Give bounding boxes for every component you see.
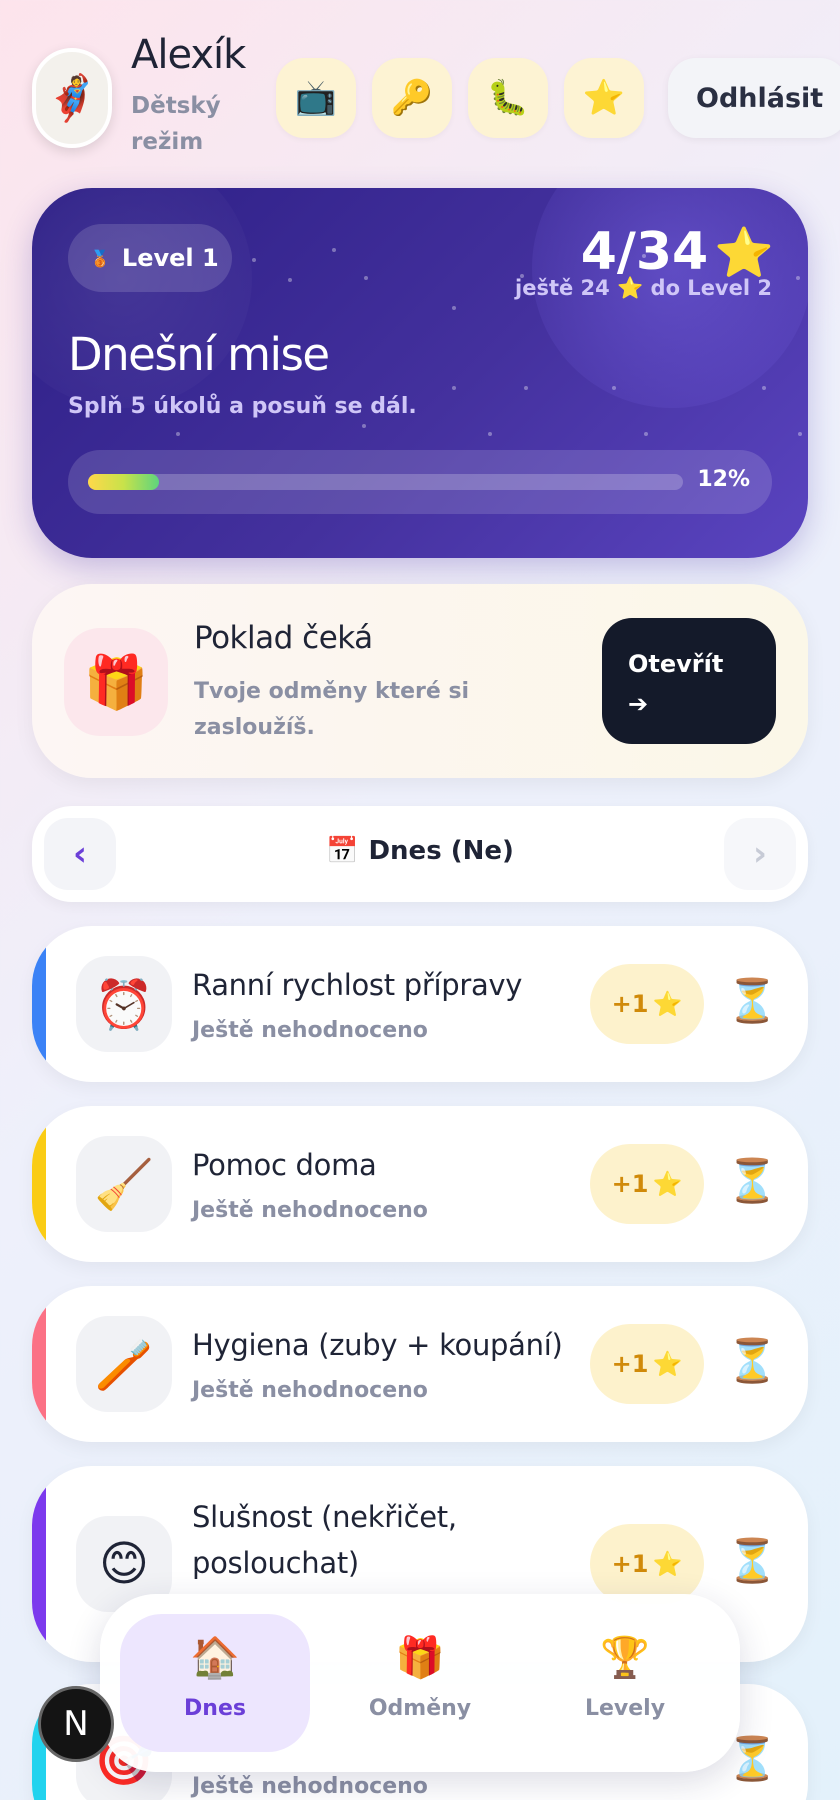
task-accent <box>32 1106 46 1262</box>
reward-badge: +1 ⭐ <box>590 1524 704 1604</box>
gift-icon: 🎁 <box>395 1635 445 1681</box>
next-day-button[interactable]: › <box>724 818 796 890</box>
current-date: 📅 Dnes (Ne) <box>32 836 808 866</box>
nav-label: Dnes <box>184 1696 246 1721</box>
task-name: Pomoc doma <box>192 1148 377 1182</box>
level-badge: 🥉 Level 1 <box>68 224 232 292</box>
hourglass-icon: ⏳ <box>726 1336 779 1385</box>
star-icon: ⭐ <box>652 1550 683 1578</box>
daily-mission-card: 🥉 Level 1 4/34 ⭐ ještě 24 ⭐ do Level 2 D… <box>32 188 808 558</box>
nav-rewards[interactable]: 🎁 Odměny <box>325 1614 515 1752</box>
star-icon: ⭐ <box>652 1350 683 1378</box>
alarm-clock-icon: ⏰ <box>76 956 172 1052</box>
treasure-card: 🎁 Poklad čeká Tvoje odměny které si zasl… <box>32 584 808 778</box>
task-name: Slušnost (nekřičet, poslouchat) <box>192 1500 457 1580</box>
user-avatar[interactable]: 🦸 <box>32 48 112 148</box>
task-card[interactable]: 🪥 Hygiena (zuby + koupání) Ještě nehodno… <box>32 1286 808 1442</box>
nav-label: Levely <box>584 1696 666 1721</box>
star-icon: ⭐ <box>652 1170 683 1198</box>
task-accent <box>32 926 46 1082</box>
user-name: Alexík <box>131 32 246 78</box>
nav-label: Odměny <box>368 1696 472 1721</box>
arrow-right-icon: ➔ <box>628 690 649 718</box>
toothbrush-icon: 🪥 <box>76 1316 172 1412</box>
score-value: 4/34 <box>580 222 709 282</box>
star-icon[interactable]: ⭐ <box>564 58 644 138</box>
task-card[interactable]: ⏰ Ranní rychlost přípravy Ještě nehodnoc… <box>32 926 808 1082</box>
date-label: Dnes (Ne) <box>368 836 514 866</box>
broom-icon: 🧹 <box>76 1136 172 1232</box>
treasure-title: Poklad čeká <box>194 620 373 656</box>
gift-icon: 🎁 <box>64 628 168 736</box>
open-button-label: Otevřít <box>628 650 724 678</box>
task-name: Ranní rychlost přípravy <box>192 968 523 1002</box>
reward-value: +1 <box>611 1350 649 1378</box>
reward-badge: +1 ⭐ <box>590 964 704 1044</box>
star-icon: ⭐ <box>652 990 683 1018</box>
calendar-icon: 📅 <box>326 836 359 866</box>
hourglass-icon: ⏳ <box>726 1536 779 1585</box>
treasure-subtitle: Tvoje odměny které si zasloužíš. <box>194 679 470 740</box>
trophy-icon: 🏆 <box>600 1635 650 1681</box>
hourglass-icon: ⏳ <box>726 976 779 1025</box>
superhero-avatar-icon: 🦸 <box>44 73 100 124</box>
hourglass-icon: ⏳ <box>726 1156 779 1205</box>
star-score: 4/34 ⭐ <box>581 222 774 282</box>
level-label: Level 1 <box>121 244 219 272</box>
reward-badge: +1 ⭐ <box>590 1324 704 1404</box>
mission-progress: 12% <box>68 450 772 514</box>
reward-value: +1 <box>611 1550 649 1578</box>
task-accent <box>32 1466 46 1662</box>
progress-percent: 12% <box>697 467 750 492</box>
bronze-medal-icon: 🥉 <box>90 248 110 268</box>
nav-today[interactable]: 🏠 Dnes <box>120 1614 310 1752</box>
task-card[interactable]: 🧹 Pomoc doma Ještě nehodnoceno +1 ⭐ ⏳ <box>32 1106 808 1262</box>
date-navigator: ‹ 📅 Dnes (Ne) › <box>32 806 808 902</box>
nav-levels[interactable]: 🏆 Levely <box>530 1614 720 1752</box>
stars-to-next-level: ještě 24 ⭐ do Level 2 <box>515 276 772 300</box>
dev-tools-badge[interactable]: N <box>38 1686 114 1762</box>
tv-icon[interactable]: 📺 <box>276 58 356 138</box>
caterpillar-icon[interactable]: 🐛 <box>468 58 548 138</box>
reward-badge: +1 ⭐ <box>590 1144 704 1224</box>
header-shortcuts: 📺 🔑 🐛 ⭐ <box>276 58 644 138</box>
open-treasure-button[interactable]: Otevřít ➔ <box>602 618 776 744</box>
task-status: Ještě nehodnoceno <box>192 1378 428 1403</box>
task-status: Ještě nehodnoceno <box>192 1774 428 1799</box>
progress-fill <box>88 474 160 490</box>
user-mode-label: Dětský režim <box>131 93 221 155</box>
progress-track <box>88 474 683 490</box>
reward-value: +1 <box>611 990 649 1018</box>
star-icon: ⭐ <box>714 224 774 281</box>
reward-value: +1 <box>611 1170 649 1198</box>
logout-button[interactable]: Odhlásit <box>668 58 840 138</box>
key-icon[interactable]: 🔑 <box>372 58 452 138</box>
task-status: Ještě nehodnoceno <box>192 1198 428 1223</box>
task-status: Ještě nehodnoceno <box>192 1018 428 1043</box>
task-name: Hygiena (zuby + koupání) <box>192 1328 563 1362</box>
mission-subtitle: Splň 5 úkolů a posuň se dál. <box>68 394 417 419</box>
mission-title: Dnešní mise <box>68 328 330 381</box>
task-accent <box>32 1286 46 1442</box>
house-icon: 🏠 <box>190 1635 240 1681</box>
bottom-navigation: 🏠 Dnes 🎁 Odměny 🏆 Levely <box>100 1594 740 1772</box>
app-header: 🦸 Alexík Dětský režim 📺 🔑 🐛 ⭐ Odhlásit <box>0 0 840 170</box>
